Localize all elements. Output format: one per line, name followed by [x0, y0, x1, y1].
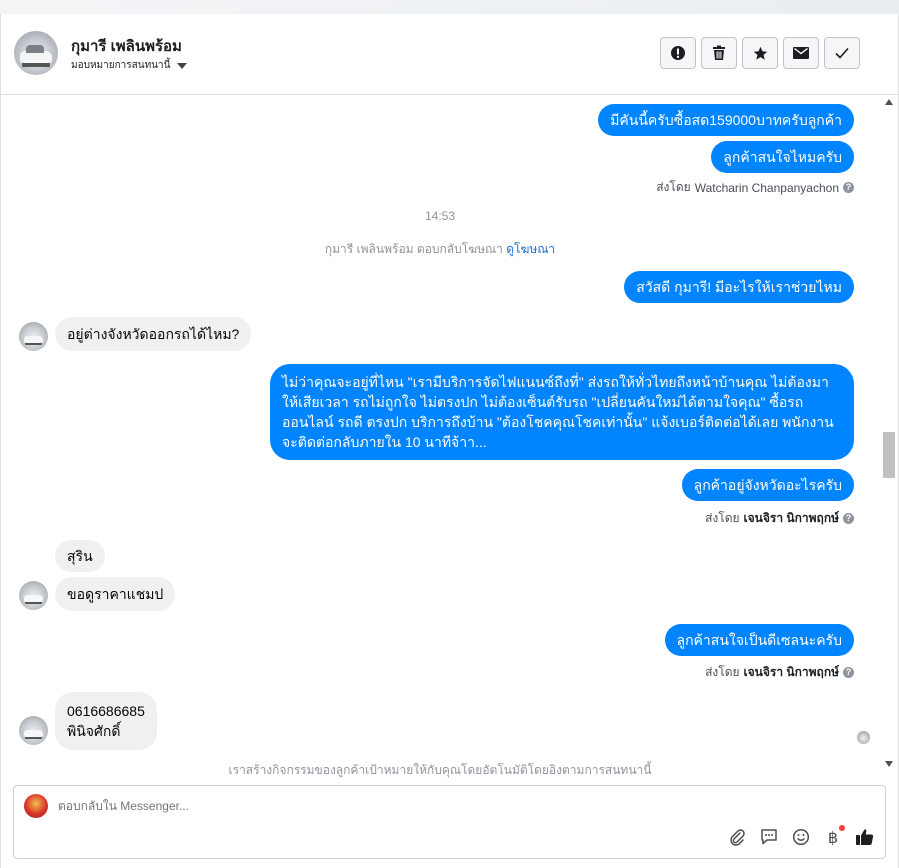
paperclip-icon [730, 829, 745, 846]
mark-unread-button[interactable] [783, 37, 819, 69]
seen-indicator-avatar [857, 731, 870, 744]
chat-bubble-icon [761, 829, 777, 845]
activity-note: เราสร้างกิจกรรมของลูกค้าเป้าหมายให้กับคุ… [228, 763, 652, 777]
outgoing-message[interactable]: มีคันนี้ครับซื้อสด159000บาทครับลูกค้า [598, 104, 854, 136]
reply-input[interactable] [58, 799, 658, 813]
conversation-header: กุมารี เพลินพร้อม มอบหมายการสนทนานี้ [1, 14, 898, 95]
emoji-button[interactable] [791, 827, 811, 847]
smiley-icon [792, 828, 810, 846]
attach-button[interactable] [727, 827, 747, 847]
sent-by-name: เจนจิรา นิกาพฤกษ์ [743, 511, 839, 525]
incoming-message[interactable]: อยู่ต่างจังหวัดออกรถได้ไหม? [55, 317, 252, 351]
timestamp: 14:53 [424, 209, 456, 223]
star-icon [753, 46, 767, 60]
outgoing-message[interactable]: ลูกค้าสนใจเป็นดีเซลนะครับ [664, 624, 854, 656]
sent-by-label: ส่งโดย เจนจิรา นิกาพฤกษ์ ? [705, 509, 854, 528]
help-icon[interactable]: ? [843, 182, 854, 193]
window-top-strip [0, 0, 899, 14]
mark-spam-button[interactable] [660, 37, 696, 69]
saved-replies-button[interactable] [759, 827, 779, 847]
star-button[interactable] [742, 37, 778, 69]
delete-button[interactable] [701, 37, 737, 69]
help-icon[interactable]: ? [843, 513, 854, 524]
scroll-down-arrow-icon[interactable] [885, 761, 893, 767]
contact-name[interactable]: กุมารี เพลินพร้อม [71, 34, 182, 58]
incoming-message[interactable]: ขอดูราคาแชมป [55, 577, 176, 611]
page-avatar [24, 794, 48, 818]
contact-avatar-small[interactable] [19, 581, 48, 610]
message-line: พินิจศักดิ์ [67, 723, 121, 739]
sent-by-name: Watcharin Chanpanyachon [694, 180, 839, 195]
outgoing-message[interactable]: ลูกค้าอยู่จังหวัดอะไรครับ [681, 469, 854, 501]
contact-avatar[interactable] [14, 31, 58, 75]
view-ad-link[interactable]: ดูโฆษณา [506, 242, 555, 256]
like-button[interactable] [855, 827, 875, 847]
alert-icon [671, 46, 685, 60]
scrollbar-thumb[interactable] [883, 432, 895, 478]
sent-by-prefix: ส่งโดย [656, 180, 691, 194]
ad-reply-text: กุมารี เพลินพร้อม ตอบกลับโฆษณา [324, 242, 503, 256]
sent-by-prefix: ส่งโดย [705, 511, 740, 525]
contact-avatar-small[interactable] [19, 322, 48, 351]
notification-dot [839, 825, 845, 831]
outgoing-message[interactable]: สวัสดี กุมารี! มีอะไรให้เราช่วยไหม [624, 271, 854, 303]
mark-done-button[interactable] [824, 37, 860, 69]
contact-avatar-small[interactable] [19, 716, 48, 745]
message-composer: ฿ [13, 785, 886, 859]
sent-by-name: เจนจิรา นิกาพฤกษ์ [743, 665, 839, 679]
trash-icon [713, 45, 725, 60]
sent-by-prefix: ส่งโดย [705, 665, 740, 679]
assign-conversation-dropdown[interactable]: มอบหมายการสนทนานี้ [71, 58, 188, 73]
message-line: 0616686685 [67, 703, 145, 719]
caret-down-icon [177, 62, 188, 69]
ad-reply-note: กุมารี เพลินพร้อม ตอบกลับโฆษณา ดูโฆษณา [0, 240, 880, 259]
outgoing-message[interactable]: ไม่ว่าคุณจะอยู่ที่ไหน "เรามีบริการจัดไฟแ… [270, 364, 854, 460]
payment-button[interactable]: ฿ [823, 825, 845, 847]
scroll-up-arrow-icon[interactable] [885, 99, 893, 105]
help-icon[interactable]: ? [843, 667, 854, 678]
thumbs-up-icon [856, 829, 874, 845]
composer-tools: ฿ [727, 825, 875, 847]
outgoing-message[interactable]: ลูกค้าสนใจไหมครับ [711, 141, 854, 173]
baht-icon: ฿ [827, 827, 839, 847]
header-actions [660, 37, 860, 69]
assign-label: มอบหมายการสนทนานี้ [71, 60, 171, 71]
envelope-icon [793, 47, 809, 59]
check-icon [835, 47, 849, 59]
incoming-message[interactable]: 0616686685 พินิจศักดิ์ [55, 692, 157, 750]
sent-by-label: ส่งโดย เจนจิรา นิกาพฤกษ์ ? [705, 663, 854, 682]
sent-by-label: ส่งโดย Watcharin Chanpanyachon ? [656, 178, 854, 197]
incoming-message[interactable]: สุริน [55, 540, 105, 572]
frame-left-border [0, 14, 1, 868]
